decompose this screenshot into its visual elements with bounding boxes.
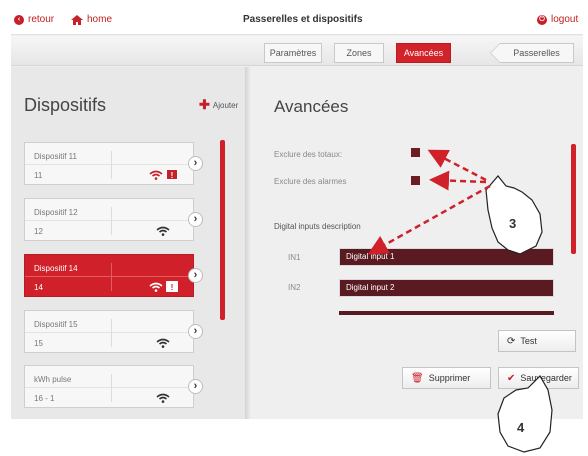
exclude-alarms-checkbox[interactable] xyxy=(411,176,420,185)
add-label: Ajouter xyxy=(212,100,239,110)
home-link[interactable]: home xyxy=(71,14,112,25)
device-id: 16 - 1 xyxy=(34,394,55,403)
save-button[interactable]: ✔ Sauvegarder xyxy=(498,367,579,389)
divider xyxy=(111,207,112,235)
save-label: Sauvegarder xyxy=(520,373,572,383)
back-label: retour xyxy=(28,14,55,25)
digital-input-2-field[interactable]: Digital input 2 xyxy=(339,279,554,297)
back-link[interactable]: ‹ retour xyxy=(14,14,54,25)
callout-3: 3 xyxy=(509,216,517,231)
wifi-icon xyxy=(156,338,170,348)
trash-icon: 🗑 xyxy=(411,372,424,384)
digital-input-3-field[interactable] xyxy=(339,311,554,315)
advanced-title: Avancées xyxy=(274,97,349,116)
tab-avancees[interactable]: Avancées xyxy=(396,43,451,63)
divider xyxy=(111,263,112,291)
tab-parametres[interactable]: Paramètres xyxy=(264,43,322,63)
alert-icon: ! xyxy=(166,281,178,292)
divider xyxy=(25,332,195,333)
digital-inputs-heading: Digital inputs description xyxy=(274,222,361,231)
device-14-chevron-right-icon[interactable]: › xyxy=(188,268,203,283)
plus-icon: ✚ xyxy=(199,97,210,112)
divider xyxy=(25,276,195,277)
input-label-in1: IN1 xyxy=(288,253,301,262)
alert-icon: ! xyxy=(166,169,178,180)
delete-button[interactable]: 🗑 Supprimer xyxy=(402,367,491,389)
panel-divider xyxy=(245,67,251,419)
gateways-back-button[interactable]: Passerelles xyxy=(490,43,574,63)
device-item-kwh-pulse[interactable]: kWh pulse 16 - 1 xyxy=(24,365,195,408)
device-id: 12 xyxy=(34,227,43,236)
arrow-left-circle-icon: ‹ xyxy=(14,14,24,25)
device-name: Dispositif 12 xyxy=(34,208,78,217)
device-name: Dispositif 11 xyxy=(34,152,77,161)
wifi-icon xyxy=(149,282,163,292)
device-name: kWh pulse xyxy=(34,375,72,384)
device-id: 11 xyxy=(34,171,43,180)
wifi-icon xyxy=(149,170,163,180)
device-id: 14 xyxy=(34,283,43,292)
divider xyxy=(111,151,112,179)
test-label: Test xyxy=(520,336,537,346)
device-15-chevron-right-icon[interactable]: › xyxy=(188,324,203,339)
device-name: Dispositif 14 xyxy=(34,264,78,273)
device-item-15[interactable]: Dispositif 15 15 xyxy=(24,310,195,353)
device-id: 15 xyxy=(34,339,43,348)
refresh-icon: ⟳ xyxy=(507,335,516,347)
add-device-button[interactable]: ✚ Ajouter xyxy=(199,97,239,112)
device-item-11[interactable]: Dispositif 11 11 ! xyxy=(24,142,195,185)
logout-label: logout xyxy=(551,14,579,25)
page-title: Passerelles et dispositifs xyxy=(243,14,363,25)
kwh-pulse-chevron-right-icon[interactable]: › xyxy=(188,379,203,394)
test-button[interactable]: ⟳ Test xyxy=(498,330,576,352)
exclude-alarms-label: Exclure des alarmes xyxy=(274,177,347,186)
power-icon: ⏻ xyxy=(537,14,547,25)
input-label-in2: IN2 xyxy=(288,283,301,292)
exclude-totals-checkbox[interactable] xyxy=(411,148,420,157)
device-item-12[interactable]: Dispositif 12 12 xyxy=(24,198,195,241)
home-icon xyxy=(71,14,83,25)
callout-4: 4 xyxy=(517,420,525,435)
logout-link[interactable]: ⏻ logout xyxy=(537,14,578,25)
divider xyxy=(25,220,195,221)
device-11-chevron-right-icon[interactable]: › xyxy=(188,156,203,171)
device-list-scrollbar[interactable] xyxy=(220,140,225,320)
top-bar: ‹ retour home Passerelles et dispositifs… xyxy=(11,5,583,35)
device-item-14[interactable]: Dispositif 14 14 ! xyxy=(24,254,195,297)
divider xyxy=(25,164,195,165)
digital-input-1-field[interactable]: Digital input 1 xyxy=(339,248,554,266)
tab-zones[interactable]: Zones xyxy=(334,43,384,63)
gateways-label: Passerelles xyxy=(513,48,560,58)
check-icon: ✔ xyxy=(507,372,516,384)
devices-title: Dispositifs xyxy=(24,95,107,115)
tab-bar: Paramètres Zones Avancées Passerelles xyxy=(11,36,583,66)
delete-label: Supprimer xyxy=(428,373,471,383)
divider xyxy=(111,319,112,347)
chevron-left-icon xyxy=(490,43,500,63)
settings-scrollbar[interactable] xyxy=(571,144,576,254)
wifi-icon xyxy=(156,226,170,236)
device-12-chevron-right-icon[interactable]: › xyxy=(188,212,203,227)
divider xyxy=(25,387,195,388)
device-name: Dispositif 15 xyxy=(34,320,78,329)
home-label: home xyxy=(87,14,113,25)
divider xyxy=(111,374,112,402)
wifi-icon xyxy=(156,393,170,403)
app-window: ‹ retour home Passerelles et dispositifs… xyxy=(11,5,583,419)
exclude-totals-label: Exclure des totaux: xyxy=(274,150,343,159)
